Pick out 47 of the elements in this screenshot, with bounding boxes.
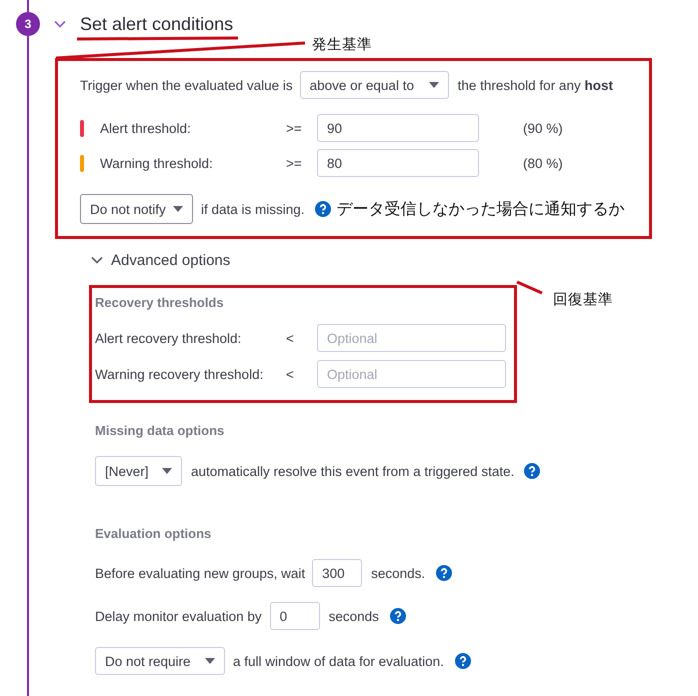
trigger-suffix: the threshold for any host	[458, 78, 613, 92]
seconds-label: seconds	[328, 608, 379, 624]
wait-input[interactable]: 300	[312, 559, 362, 587]
dropdown[interactable]: above or equal to	[300, 71, 449, 99]
step-number: 3	[16, 12, 40, 36]
caret-icon	[173, 206, 183, 212]
recovery-label: Alert recovery threshold:	[95, 330, 242, 346]
evaluation-title: Evaluation options	[95, 526, 212, 541]
threshold-label: Alert threshold:	[100, 120, 192, 136]
trigger-label: Trigger when the evaluated value is	[80, 78, 293, 92]
operator-label: <	[286, 366, 295, 382]
advanced-options-toggle[interactable]: Advanced options	[111, 252, 230, 268]
dropdown[interactable]: Do not notify	[80, 194, 193, 224]
threshold-input[interactable]: 90	[317, 114, 479, 142]
help-icon[interactable]	[390, 608, 406, 624]
resolve-label: automatically resolve this event from a triggered state.	[191, 464, 514, 478]
section-title: Set alert conditions	[80, 14, 234, 34]
recovery-title: Recovery thresholds	[95, 295, 224, 310]
wait-label: Before evaluating new groups, wait	[95, 566, 306, 580]
recovery-label: Warning recovery threshold:	[95, 366, 264, 382]
annotation-note: データ受信しなかった場合に通知するか	[336, 198, 625, 220]
caret-icon	[162, 468, 172, 474]
missing-label: if data is missing.	[201, 202, 305, 216]
operator-label: >=	[286, 156, 303, 170]
threshold-label: Warning threshold:	[100, 156, 214, 170]
missing-data-title: Missing data options	[95, 423, 224, 438]
full-window-label: a full window of data for evaluation.	[233, 654, 444, 668]
recovery-input[interactable]: Optional	[317, 324, 506, 352]
help-icon[interactable]	[524, 463, 540, 479]
threshold-input[interactable]: 80	[317, 149, 479, 177]
annotation-label: 回復基準	[553, 291, 613, 309]
recovery-input[interactable]: Optional	[317, 360, 506, 388]
operator-label: >=	[286, 120, 303, 136]
help-icon[interactable]	[436, 565, 452, 581]
annotation-label: 発生基準	[312, 36, 372, 54]
caret-icon	[205, 658, 215, 664]
operator-label: <	[286, 330, 295, 346]
help-icon[interactable]	[314, 201, 331, 217]
dropdown[interactable]: Do not require	[95, 647, 225, 675]
delay-label: Delay monitor evaluation by	[95, 608, 262, 624]
help-icon[interactable]	[454, 653, 471, 669]
caret-icon	[428, 82, 439, 88]
dropdown[interactable]: [Never]	[95, 456, 182, 486]
seconds-label: seconds.	[371, 566, 426, 580]
percent-label: (80 %)	[523, 156, 563, 170]
delay-input[interactable]: 0	[270, 602, 320, 630]
percent-label: (90 %)	[523, 120, 563, 136]
